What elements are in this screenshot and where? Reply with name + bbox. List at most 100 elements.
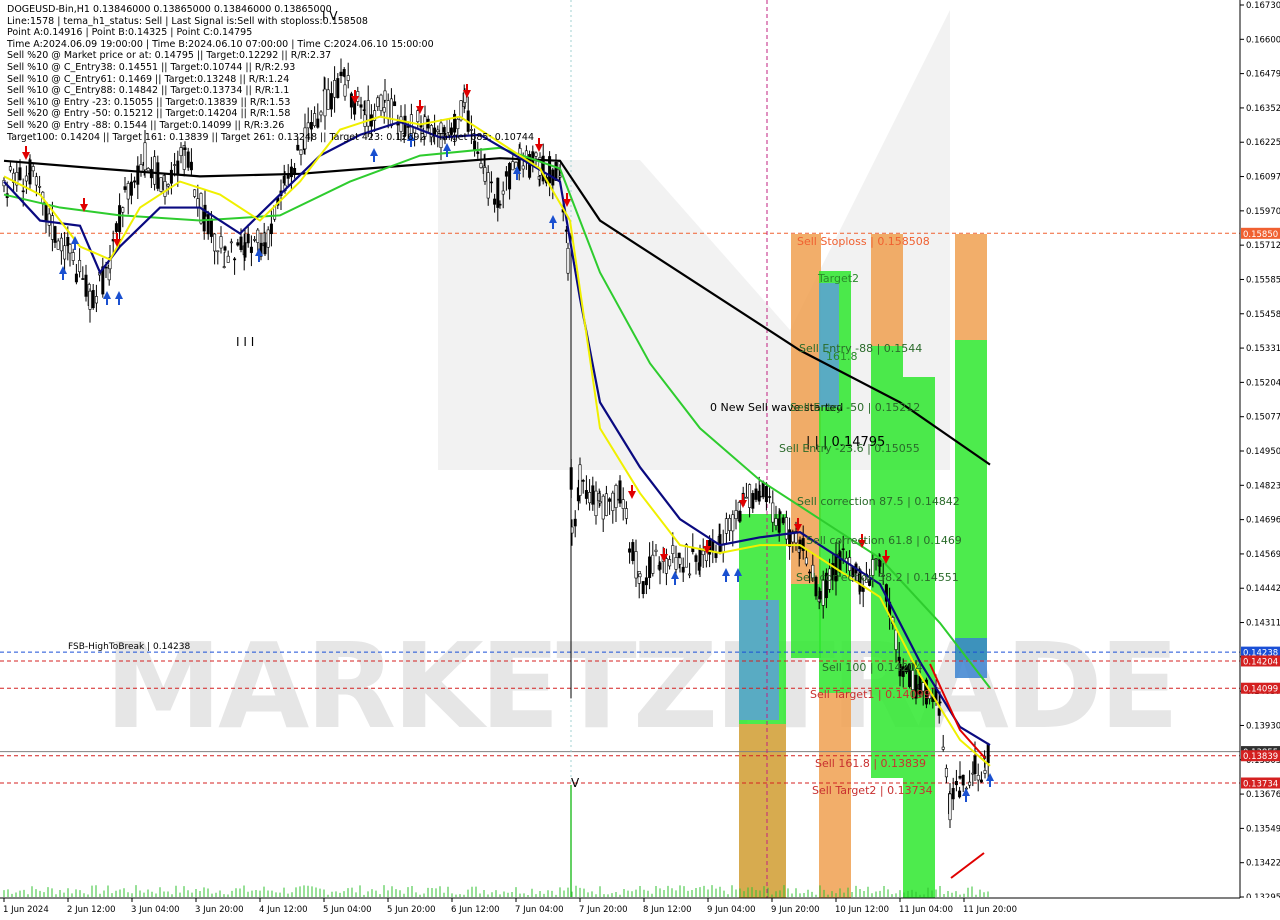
candle-body [983,770,987,774]
candle-body [674,557,678,570]
candle-body [511,161,515,171]
candle-body [501,190,505,195]
candle-body [588,492,592,504]
candle-body [163,181,167,197]
time-tick-label: 7 Jun 04:00 [515,905,564,915]
candle-body [711,540,715,553]
candle-body [229,241,233,244]
target-zone [955,638,987,678]
price-tick-label: 0.16352 [1246,104,1280,114]
candle-body [573,518,577,527]
candle-body [594,490,598,517]
price-tick-label: 0.16479 [1246,70,1280,80]
candle-body [496,177,500,208]
info-line: Target100: 0.14204 || Target 161: 0.1383… [7,131,534,143]
candle-body [728,518,732,531]
price-tick-label: 0.15458 [1246,310,1280,320]
candle-body [246,233,250,244]
candle-body [788,529,792,547]
candle-body [677,552,681,558]
candle-body [483,167,487,182]
candle-body [216,250,220,253]
candle-body [751,493,755,509]
chart-label: 161.8 [826,350,858,363]
info-line: Point A:0.14916 | Point B:0.14325 | Poin… [7,27,253,39]
candle-body [951,788,955,800]
candle-body [56,240,60,250]
time-tick-label: 11 Jun 04:00 [899,905,953,915]
price-tick-label: 0.16225 [1246,138,1280,148]
price-tick-label: 0.15331 [1246,344,1280,354]
candle-body [678,557,682,565]
candle-body [781,517,785,524]
candle-body [774,518,778,526]
candle-body [944,767,948,778]
candle-body [938,701,942,704]
candle-body [256,229,260,243]
chart-label: FSB-HighToBreak | 0.14238 [68,642,190,652]
candle-body [734,510,738,520]
candle-body [654,549,658,552]
candle-body [78,260,82,273]
candle-body [59,237,63,252]
price-axis[interactable]: 0.16730 0.16600 0.16479 0.16352 0.16225 0.160… [1239,0,1280,920]
info-line: Sell %20 @ Entry -88: 0.1544 || Target:0… [7,119,285,131]
chart-label: Sell Entry -88 | 0.1544 [799,342,922,355]
chart-label: Sell Target1 | 0.14099 [810,688,931,701]
candle-body [159,177,163,192]
candle-body [169,169,173,184]
candle-body [621,499,625,509]
time-tick-label: 2 Jun 12:00 [67,905,116,915]
info-line: Line:1578 | tema_h1_status: Sell | Last … [7,15,368,27]
chart-label: Sell Entry -50 | 0.15212 [790,401,920,414]
candle-body [176,160,180,176]
price-tag-label: 0.14099 [1243,685,1278,695]
candle-body [738,510,742,522]
price-tick-label: 0.13930 [1246,721,1280,731]
candle-body [961,774,965,786]
candle-body [249,246,253,253]
candle-body [986,743,990,764]
candle-body [94,296,98,304]
price-tag-label: 0.13734 [1243,780,1278,790]
candle-body [784,517,788,540]
chart-label: Sell Stoploss | 0.158508 [797,235,930,248]
candle-body [38,186,42,188]
candle-body [136,165,140,185]
candle-body [758,495,762,498]
price-tick-label: 0.14950 [1246,447,1280,457]
candle-body [838,551,842,573]
chart-label: Sell Target2 | 0.13734 [812,784,933,797]
candle-body [894,629,898,650]
time-tick-label: 1 Jun 2024 [3,905,49,915]
time-tick-label: 11 Jun 20:00 [963,905,1017,915]
candle-body [628,548,632,553]
candle-body [206,214,210,235]
chart-label: Sell Entry -23.6 | 0.15055 [779,442,920,455]
info-line: Sell %10 @ Entry -23: 0.15055 || Target:… [7,96,291,108]
candle-body [701,550,705,556]
candle-body [604,493,608,516]
candle-body [114,223,118,232]
candle-body [239,236,243,250]
time-tick-label: 4 Jun 12:00 [259,905,308,915]
time-tick-label: 6 Jun 12:00 [451,905,500,915]
candle-body [266,229,270,248]
candle-body [641,581,645,595]
candle-body [489,181,493,184]
time-tick-label: 9 Jun 04:00 [707,905,756,915]
candle-body [226,255,230,263]
time-tick-label: 9 Jun 20:00 [771,905,820,915]
candle-body [804,557,808,565]
candle-body [166,184,170,187]
candle-body [584,490,588,499]
time-axis[interactable]: 1 Jun 2024 2 Jun 12:00 3 Jun 04:00 3 Jun 20… [0,897,1280,920]
candle-body [88,290,92,310]
candle-body [744,496,748,499]
candle-body [91,290,95,309]
candle-body [173,164,177,166]
price-tick-label: 0.16600 [1246,35,1280,45]
candle-body [578,464,582,496]
info-line: Time A:2024.06.09 19:00:00 | Time B:2024… [7,38,434,50]
chart-label: Sell correction 87.5 | 0.14842 [797,495,960,508]
